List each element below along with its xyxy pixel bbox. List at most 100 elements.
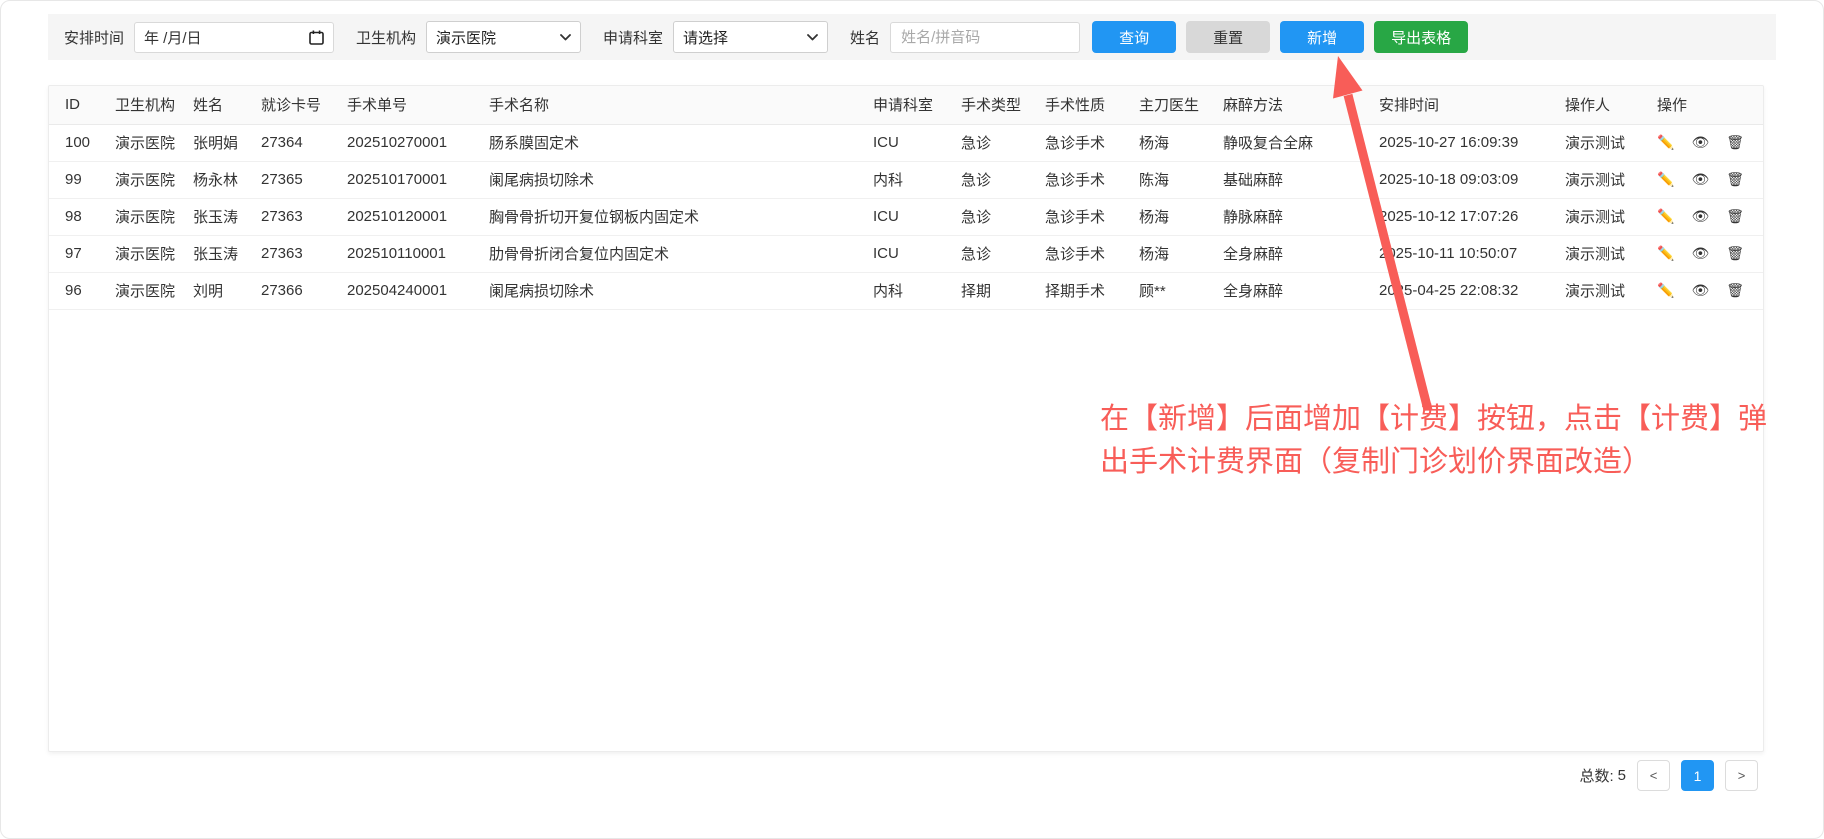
cell-org: 演示医院 bbox=[99, 272, 177, 309]
cell-dept: 内科 bbox=[857, 272, 945, 309]
delete-icon[interactable]: 🗑 bbox=[1726, 282, 1744, 298]
name-filter-label: 姓名 bbox=[850, 27, 880, 48]
edit-icon[interactable]: ✏️ bbox=[1657, 245, 1674, 261]
cell-anesthesia: 静吸复合全麻 bbox=[1207, 124, 1363, 161]
cell-operator: 演示测试 bbox=[1549, 198, 1641, 235]
cell-nature: 急诊手术 bbox=[1029, 124, 1123, 161]
view-icon[interactable]: 👁 bbox=[1691, 134, 1709, 150]
cell-time: 2025-10-11 10:50:07 bbox=[1363, 235, 1549, 272]
cell-anesthesia: 静脉麻醉 bbox=[1207, 198, 1363, 235]
delete-icon[interactable]: 🗑 bbox=[1726, 208, 1744, 224]
cell-org: 演示医院 bbox=[99, 235, 177, 272]
view-icon[interactable]: 👁 bbox=[1691, 245, 1709, 261]
reset-button[interactable]: 重置 bbox=[1186, 21, 1270, 53]
cell-org: 演示医院 bbox=[99, 161, 177, 198]
cell-anesthesia: 全身麻醉 bbox=[1207, 235, 1363, 272]
cell-org: 演示医院 bbox=[99, 124, 177, 161]
cell-operator: 演示测试 bbox=[1549, 235, 1641, 272]
cell-nature: 急诊手术 bbox=[1029, 235, 1123, 272]
cell-name: 杨永林 bbox=[177, 161, 245, 198]
search-button[interactable]: 查询 bbox=[1092, 21, 1176, 53]
cell-actions: ✏️ 👁 🗑 bbox=[1641, 198, 1763, 235]
org-select[interactable]: 演示医院 bbox=[426, 21, 581, 53]
view-icon[interactable]: 👁 bbox=[1691, 171, 1709, 187]
column-header-13: 操作 bbox=[1641, 86, 1763, 124]
cell-anesthesia: 全身麻醉 bbox=[1207, 272, 1363, 309]
cell-surgeon: 杨海 bbox=[1123, 198, 1207, 235]
cell-order_no: 202510170001 bbox=[331, 161, 473, 198]
prev-page-button[interactable]: < bbox=[1637, 760, 1670, 791]
cell-dept: ICU bbox=[857, 235, 945, 272]
name-input[interactable] bbox=[890, 22, 1080, 53]
chevron-down-icon bbox=[807, 34, 818, 41]
cell-id: 98 bbox=[49, 198, 99, 235]
cell-surgeon: 杨海 bbox=[1123, 235, 1207, 272]
cell-id: 97 bbox=[49, 235, 99, 272]
cell-anesthesia: 基础麻醉 bbox=[1207, 161, 1363, 198]
cell-operator: 演示测试 bbox=[1549, 161, 1641, 198]
column-header-11: 安排时间 bbox=[1363, 86, 1549, 124]
cell-order_no: 202510270001 bbox=[331, 124, 473, 161]
delete-icon[interactable]: 🗑 bbox=[1726, 134, 1744, 150]
dept-select[interactable]: 请选择 bbox=[673, 21, 828, 53]
dept-select-value: 请选择 bbox=[683, 27, 728, 48]
org-filter-label: 卫生机构 bbox=[356, 27, 416, 48]
cell-card_no: 27363 bbox=[245, 235, 331, 272]
cell-card_no: 27365 bbox=[245, 161, 331, 198]
cell-surgery: 阑尾病损切除术 bbox=[473, 161, 857, 198]
cell-type: 择期 bbox=[945, 272, 1029, 309]
cell-surgeon: 顾** bbox=[1123, 272, 1207, 309]
export-button[interactable]: 导出表格 bbox=[1374, 21, 1468, 53]
filter-bar: 安排时间 年 /月/日 卫生机构 演示医院 申请科室 请选择 姓名 查询 重置 … bbox=[48, 14, 1776, 60]
date-input-value: 年 /月/日 bbox=[144, 27, 202, 48]
cell-card_no: 27366 bbox=[245, 272, 331, 309]
chevron-down-icon bbox=[560, 34, 571, 41]
edit-icon[interactable]: ✏️ bbox=[1657, 171, 1674, 187]
edit-icon[interactable]: ✏️ bbox=[1657, 282, 1674, 298]
cell-name: 张玉涛 bbox=[177, 198, 245, 235]
cell-surgeon: 杨海 bbox=[1123, 124, 1207, 161]
cell-dept: ICU bbox=[857, 124, 945, 161]
cell-order_no: 202510110001 bbox=[331, 235, 473, 272]
view-icon[interactable]: 👁 bbox=[1691, 282, 1709, 298]
add-button[interactable]: 新增 bbox=[1280, 21, 1364, 53]
column-header-3: 就诊卡号 bbox=[245, 86, 331, 124]
cell-type: 急诊 bbox=[945, 124, 1029, 161]
cell-time: 2025-10-27 16:09:39 bbox=[1363, 124, 1549, 161]
cell-time: 2025-10-18 09:03:09 bbox=[1363, 161, 1549, 198]
surgery-table: ID卫生机构姓名就诊卡号手术单号手术名称申请科室手术类型手术性质主刀医生麻醉方法… bbox=[49, 86, 1763, 310]
calendar-icon[interactable] bbox=[309, 30, 324, 45]
cell-actions: ✏️ 👁 🗑 bbox=[1641, 235, 1763, 272]
table-row: 98演示医院张玉涛27363202510120001胸骨骨折切开复位钢板内固定术… bbox=[49, 198, 1763, 235]
cell-time: 2025-04-25 22:08:32 bbox=[1363, 272, 1549, 309]
edit-icon[interactable]: ✏️ bbox=[1657, 208, 1674, 224]
cell-id: 100 bbox=[49, 124, 99, 161]
column-header-2: 姓名 bbox=[177, 86, 245, 124]
page-1-button[interactable]: 1 bbox=[1681, 760, 1714, 791]
date-input[interactable]: 年 /月/日 bbox=[134, 22, 334, 53]
cell-actions: ✏️ 👁 🗑 bbox=[1641, 124, 1763, 161]
cell-id: 96 bbox=[49, 272, 99, 309]
column-header-0: ID bbox=[49, 86, 99, 124]
cell-surgery: 阑尾病损切除术 bbox=[473, 272, 857, 309]
edit-icon[interactable]: ✏️ bbox=[1657, 134, 1674, 150]
delete-icon[interactable]: 🗑 bbox=[1726, 171, 1744, 187]
cell-name: 张明娟 bbox=[177, 124, 245, 161]
table-row: 99演示医院杨永林27365202510170001阑尾病损切除术内科急诊急诊手… bbox=[49, 161, 1763, 198]
pagination: 总数: 5 < 1 > bbox=[1579, 760, 1758, 791]
cell-operator: 演示测试 bbox=[1549, 124, 1641, 161]
cell-order_no: 202504240001 bbox=[331, 272, 473, 309]
view-icon[interactable]: 👁 bbox=[1691, 208, 1709, 224]
cell-surgery: 肠系膜固定术 bbox=[473, 124, 857, 161]
org-select-value: 演示医院 bbox=[436, 27, 496, 48]
cell-card_no: 27363 bbox=[245, 198, 331, 235]
next-page-button[interactable]: > bbox=[1725, 760, 1758, 791]
dept-filter-label: 申请科室 bbox=[603, 27, 663, 48]
column-header-4: 手术单号 bbox=[331, 86, 473, 124]
cell-actions: ✏️ 👁 🗑 bbox=[1641, 161, 1763, 198]
delete-icon[interactable]: 🗑 bbox=[1726, 245, 1744, 261]
cell-order_no: 202510120001 bbox=[331, 198, 473, 235]
cell-nature: 急诊手术 bbox=[1029, 198, 1123, 235]
cell-type: 急诊 bbox=[945, 198, 1029, 235]
cell-dept: ICU bbox=[857, 198, 945, 235]
